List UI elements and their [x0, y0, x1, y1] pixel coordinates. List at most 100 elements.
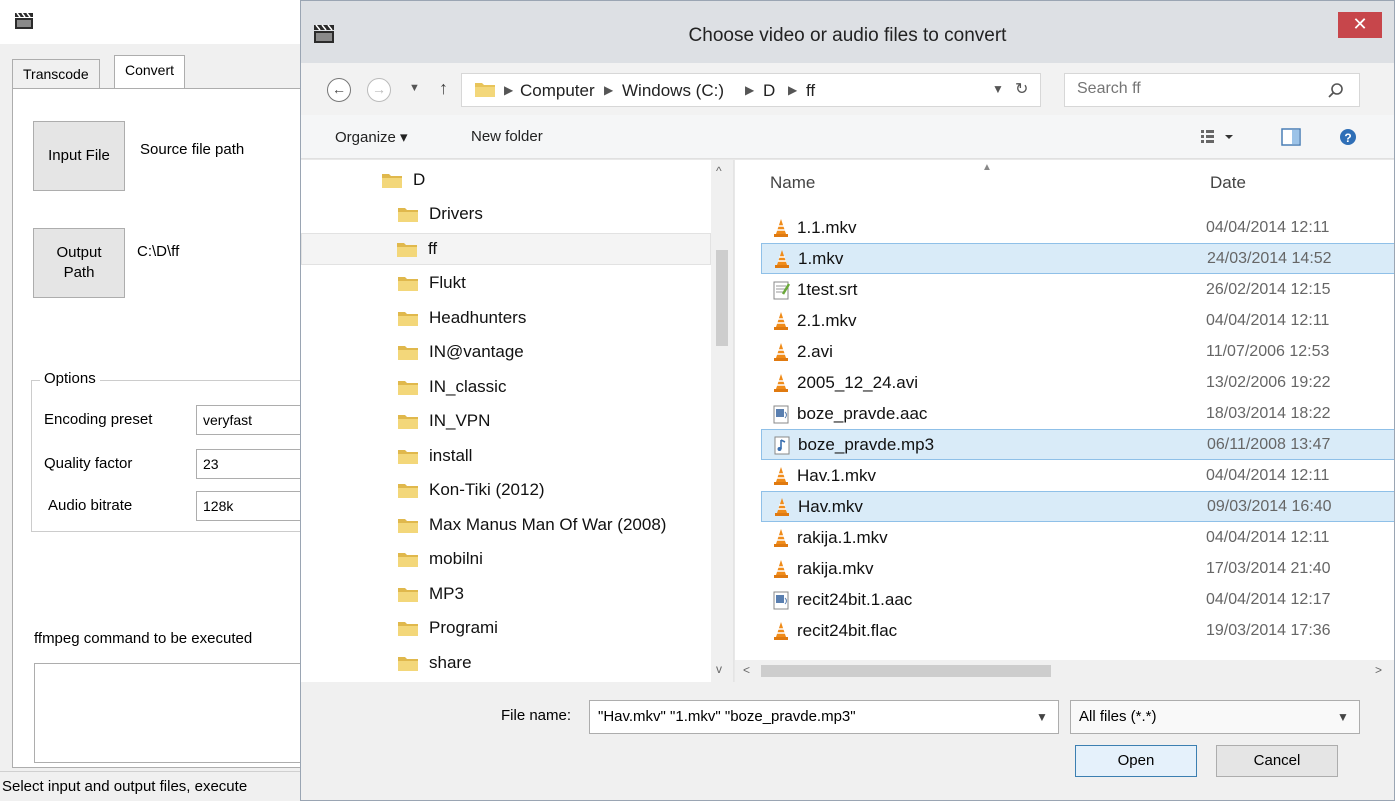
help-icon[interactable]: ? — [1338, 127, 1358, 147]
audio-bitrate-field[interactable]: 128k — [196, 491, 306, 521]
file-date: 04/04/2014 12:11 — [1206, 218, 1330, 236]
file-list-row[interactable]: 2005_12_24.avi 13/02/2006 19:22 — [761, 367, 1394, 398]
vlc-cone-icon — [775, 249, 789, 268]
vlc-cone-icon — [774, 466, 788, 485]
file-date: 19/03/2014 17:36 — [1206, 621, 1331, 639]
file-list-row[interactable]: recit24bit.1.aac 04/04/2014 12:17 — [761, 584, 1394, 615]
tree-item-label: Kon-Tiki (2012) — [429, 480, 545, 499]
vlc-cone-icon — [774, 621, 788, 640]
tree-item-folder[interactable]: ff — [301, 232, 711, 265]
change-view-icon[interactable] — [1199, 127, 1239, 147]
file-list-row[interactable]: boze_pravde.aac 18/03/2014 18:22 — [761, 398, 1394, 429]
file-name-chevron-down-icon[interactable]: ▼ — [1036, 710, 1048, 724]
vlc-cone-icon — [774, 528, 788, 547]
file-date: 06/11/2008 13:47 — [1207, 435, 1331, 453]
tree-item-folder[interactable]: mobilni — [397, 543, 733, 575]
tree-scroll-thumb[interactable] — [716, 250, 728, 346]
folder-tree-pane: D Drivers ff Flukt Headhunters IN@vantage IN_… — [301, 160, 734, 682]
input-file-button[interactable]: Input File — [33, 121, 125, 191]
tree-item-folder[interactable]: Flukt — [397, 267, 733, 299]
file-list-row[interactable]: Hav.mkv 09/03/2014 16:40 — [761, 491, 1394, 522]
tree-item-folder[interactable]: install — [397, 440, 733, 472]
open-button[interactable]: Open — [1075, 745, 1197, 777]
breadcrumb-separator-icon: ▶ — [504, 83, 514, 97]
tree-item-folder[interactable]: Headhunters — [397, 302, 733, 334]
new-folder-button[interactable]: New folder — [471, 128, 543, 145]
tab-convert[interactable]: Convert — [114, 55, 186, 90]
file-list-row[interactable]: 1.1.mkv 04/04/2014 12:11 — [761, 212, 1394, 243]
file-date: 18/03/2014 18:22 — [1206, 404, 1331, 422]
file-list-row[interactable]: 2.1.mkv 04/04/2014 12:11 — [761, 305, 1394, 336]
tree-item-folder[interactable]: Max Manus Man Of War (2008) — [397, 509, 733, 541]
file-list-row[interactable]: Hav.1.mkv 04/04/2014 12:11 — [761, 460, 1394, 491]
folder-icon — [475, 83, 495, 97]
horizontal-scroll-thumb[interactable] — [761, 665, 1051, 677]
cancel-button[interactable]: Cancel — [1216, 745, 1338, 777]
file-date: 04/04/2014 12:11 — [1206, 311, 1330, 329]
tree-item-folder[interactable]: IN_classic — [397, 371, 733, 403]
file-list-row[interactable]: 2.avi 11/07/2006 12:53 — [761, 336, 1394, 367]
tab-transcode[interactable]: Transcode — [12, 59, 100, 89]
preview-pane-icon[interactable] — [1281, 127, 1301, 147]
file-list-row[interactable]: 1test.srt 26/02/2014 12:15 — [761, 274, 1394, 305]
dialog-footer: File name: "Hav.mkv" "1.mkv" "boze_pravd… — [301, 682, 1394, 800]
tree-item-folder[interactable]: IN_VPN — [397, 405, 733, 437]
file-list-horizontal-scrollbar[interactable]: < > — [735, 660, 1394, 682]
output-path-button[interactable]: Output Path — [33, 228, 125, 298]
tree-item-folder[interactable]: Kon-Tiki (2012) — [397, 474, 733, 506]
file-list-row[interactable]: rakija.mkv 17/03/2014 21:40 — [761, 553, 1394, 584]
filter-chevron-down-icon[interactable]: ▼ — [1337, 710, 1349, 724]
tree-item-d[interactable]: D — [381, 164, 733, 196]
folder-icon — [398, 484, 418, 498]
recent-locations-chevron-icon[interactable]: ▼ — [409, 82, 420, 94]
file-list-row[interactable]: recit24bit.flac 19/03/2014 17:36 — [761, 615, 1394, 646]
close-icon: ✕ — [1352, 14, 1368, 34]
tree-item-folder[interactable]: MP3 — [397, 578, 733, 610]
status-bar: Select input and output files, execute — [0, 771, 300, 801]
address-bar[interactable]: ▶ Computer ▶ Windows (C:) ▶ D ▶ ff ▼ ↻ — [461, 73, 1041, 107]
tree-item-label: Programi — [429, 618, 498, 637]
breadcrumb-computer[interactable]: Computer — [520, 81, 595, 101]
folder-icon — [398, 277, 418, 291]
scroll-right-chevron-icon[interactable]: > — [1375, 663, 1382, 677]
file-list-pane: ▲ Name Date 1.1.mkv 04/04/2014 12:11 1.mkv… — [735, 160, 1394, 682]
forward-arrow-icon[interactable]: → — [367, 78, 391, 102]
up-arrow-icon[interactable]: ↑ — [439, 78, 448, 99]
file-list-row[interactable]: rakija.1.mkv 04/04/2014 12:11 — [761, 522, 1394, 553]
tree-item-label: Drivers — [429, 204, 483, 223]
tree-item-folder[interactable]: Programi — [397, 612, 733, 644]
close-button[interactable]: ✕ — [1338, 12, 1382, 38]
search-input[interactable] — [1077, 80, 1317, 98]
tree-item-folder[interactable]: Drivers — [397, 198, 733, 230]
vlc-cone-icon — [774, 373, 788, 392]
breadcrumb-d[interactable]: D — [763, 81, 775, 101]
tree-item-folder[interactable]: share — [397, 647, 733, 679]
scroll-down-chevron-icon[interactable]: v — [716, 662, 722, 676]
column-header-name[interactable]: Name — [770, 173, 815, 193]
file-type-filter-select[interactable]: All files (*.*) — [1070, 700, 1360, 734]
scroll-left-chevron-icon[interactable]: < — [743, 663, 750, 677]
tree-item-label: mobilni — [429, 549, 483, 568]
tree-item-label: share — [429, 652, 472, 672]
command-textarea[interactable] — [34, 663, 304, 763]
file-list-row[interactable]: 1.mkv 24/03/2014 14:52 — [761, 243, 1394, 274]
quality-factor-field[interactable]: 23 — [196, 449, 306, 479]
column-header-date[interactable]: Date — [1210, 173, 1246, 193]
search-box[interactable] — [1064, 73, 1360, 107]
breadcrumb-windows-c[interactable]: Windows (C:) — [622, 81, 724, 101]
file-name-input[interactable]: "Hav.mkv" "1.mkv" "boze_pravde.mp3" — [589, 700, 1059, 734]
search-icon[interactable] — [1327, 82, 1345, 100]
folder-icon — [398, 346, 418, 360]
file-list-row[interactable]: boze_pravde.mp3 06/11/2008 13:47 — [761, 429, 1394, 460]
folder-icon — [398, 311, 418, 326]
scroll-up-chevron-icon[interactable]: ^ — [716, 164, 722, 178]
breadcrumb-ff[interactable]: ff — [806, 81, 815, 101]
encoding-preset-field[interactable]: veryfast — [196, 405, 306, 435]
organize-menu-button[interactable]: Organize ▾ — [335, 128, 408, 146]
address-history-chevron-icon[interactable]: ▼ — [992, 82, 1004, 96]
svg-text:?: ? — [1344, 131, 1351, 145]
tree-vertical-scrollbar[interactable]: ^ v — [711, 160, 733, 682]
back-arrow-icon[interactable]: ← — [327, 78, 351, 102]
tree-item-folder[interactable]: IN@vantage — [397, 336, 733, 368]
refresh-icon[interactable]: ↻ — [1015, 79, 1028, 99]
